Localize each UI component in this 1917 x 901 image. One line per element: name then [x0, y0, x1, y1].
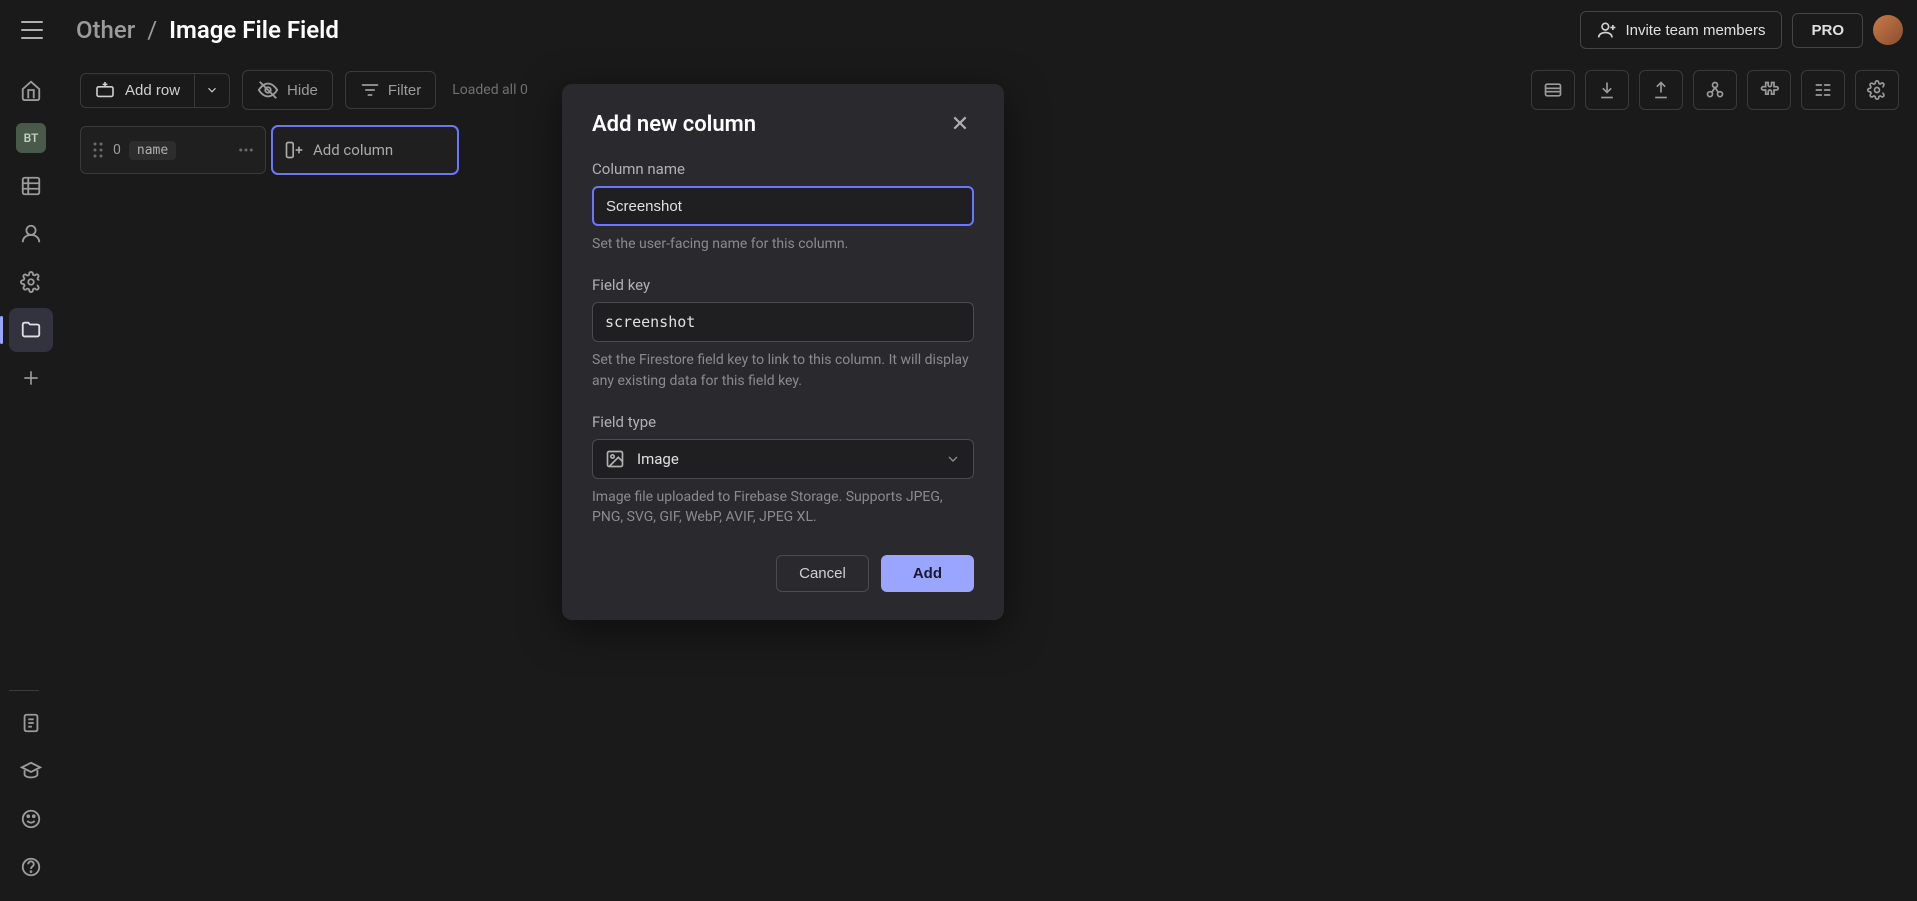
- field-key-helper: Set the Firestore field key to link to t…: [592, 350, 974, 391]
- field-type-label: Field type: [592, 413, 974, 431]
- menu-button[interactable]: [14, 12, 50, 48]
- filter-label: Filter: [388, 82, 421, 99]
- workspace-badge: BT: [16, 123, 46, 153]
- column-index: 0: [113, 142, 121, 158]
- sidebar-home[interactable]: [9, 68, 53, 112]
- filter-button[interactable]: Filter: [345, 71, 436, 109]
- column-name-input[interactable]: [592, 186, 974, 226]
- chevron-down-icon: [205, 83, 219, 97]
- field-type-helper: Image file uploaded to Firebase Storage.…: [592, 487, 974, 528]
- modal-close-button[interactable]: ✕: [946, 110, 974, 138]
- breadcrumb-current: Image File Field: [169, 16, 339, 44]
- user-avatar[interactable]: [1873, 15, 1903, 45]
- sidebar-folder[interactable]: [9, 308, 53, 352]
- sidebar-feedback[interactable]: [9, 797, 53, 841]
- add-column-label: Add column: [313, 141, 393, 159]
- loaded-status: Loaded all 0: [452, 82, 528, 98]
- import-button[interactable]: [1585, 70, 1629, 110]
- close-icon: ✕: [951, 112, 969, 137]
- field-key-label: Field key: [592, 276, 974, 294]
- sidebar-workspace[interactable]: BT: [9, 116, 53, 160]
- filter-icon: [360, 80, 380, 100]
- add-column-icon: [283, 140, 305, 160]
- column-more-icon[interactable]: [237, 141, 255, 159]
- webhooks-button[interactable]: [1693, 70, 1737, 110]
- add-button[interactable]: Add: [881, 555, 974, 592]
- column-header-name[interactable]: 0 name: [80, 126, 266, 174]
- field-type-select[interactable]: Image: [592, 439, 974, 479]
- breadcrumb-separator: /: [147, 16, 157, 44]
- sidebar-learn[interactable]: [9, 749, 53, 793]
- add-column-modal: Add new column ✕ Column name Set the use…: [562, 84, 1004, 620]
- sidebar-divider: [9, 690, 39, 691]
- add-row-button[interactable]: Add row: [80, 73, 195, 108]
- field-key-input[interactable]: [592, 302, 974, 342]
- person-add-icon: [1597, 20, 1617, 40]
- chevron-down-icon: [945, 451, 961, 467]
- add-row-dropdown[interactable]: [195, 73, 230, 108]
- modal-title: Add new column: [592, 112, 756, 137]
- sidebar-help[interactable]: [9, 845, 53, 889]
- cancel-button[interactable]: Cancel: [776, 555, 869, 592]
- row-height-button[interactable]: [1531, 70, 1575, 110]
- sidebar-add[interactable]: [9, 356, 53, 400]
- eye-off-icon: [257, 79, 279, 101]
- column-name-chip: name: [129, 141, 176, 160]
- sidebar-docs[interactable]: [9, 701, 53, 745]
- breadcrumb: Other / Image File Field: [62, 16, 1568, 44]
- sidebar-settings[interactable]: [9, 260, 53, 304]
- drag-handle-icon[interactable]: [91, 141, 105, 159]
- hide-button[interactable]: Hide: [242, 70, 333, 110]
- table-settings-button[interactable]: [1855, 70, 1899, 110]
- cloud-logs-button[interactable]: [1801, 70, 1845, 110]
- add-row-icon: [95, 82, 115, 98]
- pro-button[interactable]: PRO: [1792, 13, 1863, 48]
- breadcrumb-parent[interactable]: Other: [76, 16, 135, 44]
- column-name-label: Column name: [592, 160, 974, 178]
- extensions-button[interactable]: [1747, 70, 1791, 110]
- hide-label: Hide: [287, 82, 318, 99]
- image-icon: [605, 449, 625, 469]
- sidebar-users[interactable]: [9, 212, 53, 256]
- sidebar-tables[interactable]: [9, 164, 53, 208]
- add-column-header[interactable]: Add column: [272, 126, 458, 174]
- field-type-value: Image: [637, 450, 679, 468]
- export-button[interactable]: [1639, 70, 1683, 110]
- add-row-label: Add row: [125, 82, 180, 99]
- invite-team-button[interactable]: Invite team members: [1580, 11, 1782, 49]
- column-name-helper: Set the user-facing name for this column…: [592, 234, 974, 254]
- invite-team-label: Invite team members: [1625, 22, 1765, 39]
